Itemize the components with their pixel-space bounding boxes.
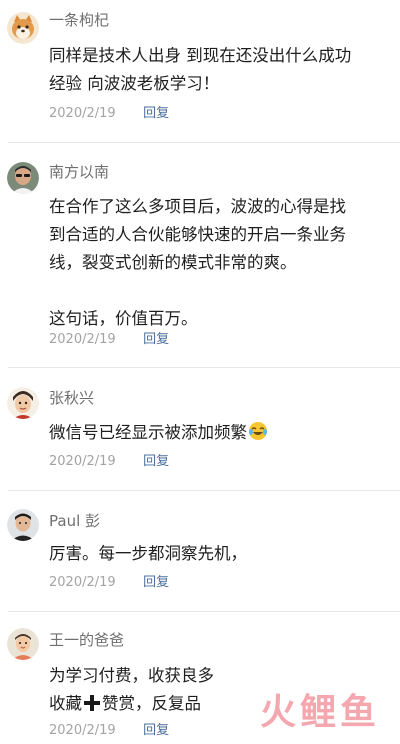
commenter-name[interactable]: 王一的爸爸: [49, 630, 124, 650]
commenter-name[interactable]: 南方以南: [49, 162, 109, 182]
comment-line: 在合作了这么多项目后，波波的心得是找: [49, 197, 346, 216]
watermark-logo: 火鲤鱼: [230, 692, 380, 734]
comment-line: 到合适的人合伙能够快速的开启一条业务: [49, 225, 346, 244]
comment-date: 2020/2/19: [49, 723, 116, 738]
comment-line-text: 赞赏，反复品: [102, 694, 201, 713]
comment-text: 同样是技术人出身 到现在还没出什么成功 经验 向波波老板学习！: [49, 42, 394, 98]
man-sunglasses-avatar[interactable]: [7, 162, 39, 194]
plus-icon: [83, 693, 101, 711]
comment-meta: 2020/2/19 回复: [49, 574, 169, 592]
comment-line-text: 收藏: [49, 694, 82, 713]
watermark-text: 火鲤鱼: [259, 692, 380, 733]
commenter-name[interactable]: Paul 彭: [49, 511, 100, 531]
reply-button[interactable]: 回复: [143, 331, 169, 349]
comment-date: 2020/2/19: [49, 332, 116, 347]
comment-line: 这句话，价值百万。: [49, 309, 198, 328]
cartoon-person-avatar[interactable]: [7, 387, 39, 419]
commenter-name[interactable]: 张秋兴: [49, 388, 94, 408]
comment-line: 同样是技术人出身 到现在还没出什么成功: [49, 46, 352, 65]
reply-button[interactable]: 回复: [143, 453, 169, 471]
comment-text: 厉害。每一步都洞察先机，: [49, 540, 394, 568]
laughing-crying-emoji-icon: [248, 421, 268, 441]
divider: [8, 611, 400, 612]
divider: [8, 142, 400, 143]
comment-date: 2020/2/19: [49, 106, 116, 121]
child-avatar[interactable]: [7, 628, 39, 660]
reply-button[interactable]: 回复: [143, 722, 169, 740]
comment-text: 在合作了这么多项目后，波波的心得是找 到合适的人合伙能够快速的开启一条业务 线，…: [49, 193, 394, 333]
reply-button[interactable]: 回复: [143, 574, 169, 592]
comment-line: 为学习付费，收获良多: [49, 666, 214, 685]
man-portrait-avatar[interactable]: [7, 509, 39, 541]
comment-text: 微信号已经显示被添加频繁: [49, 419, 394, 447]
comment-line: 经验 向波波老板学习！: [49, 74, 220, 93]
comment-meta: 2020/2/19 回复: [49, 453, 169, 471]
shiba-dog-avatar[interactable]: [7, 12, 39, 44]
comment-line-text: 微信号已经显示被添加频繁: [49, 423, 247, 442]
comment-line: 厉害。每一步都洞察先机，: [49, 544, 247, 563]
comment-meta: 2020/2/19 回复: [49, 105, 169, 123]
comment-meta: 2020/2/19 回复: [49, 331, 169, 349]
divider: [8, 490, 400, 491]
divider: [8, 367, 400, 368]
comment-date: 2020/2/19: [49, 575, 116, 590]
comment-line: [49, 277, 394, 305]
comment-line: 线，裂变式创新的模式非常的爽。: [49, 253, 297, 272]
reply-button[interactable]: 回复: [143, 105, 169, 123]
comment-meta: 2020/2/19 回复: [49, 722, 169, 740]
comment-line: 微信号已经显示被添加频繁: [49, 419, 394, 447]
comment-date: 2020/2/19: [49, 454, 116, 469]
commenter-name[interactable]: 一条枸杞: [49, 10, 109, 30]
